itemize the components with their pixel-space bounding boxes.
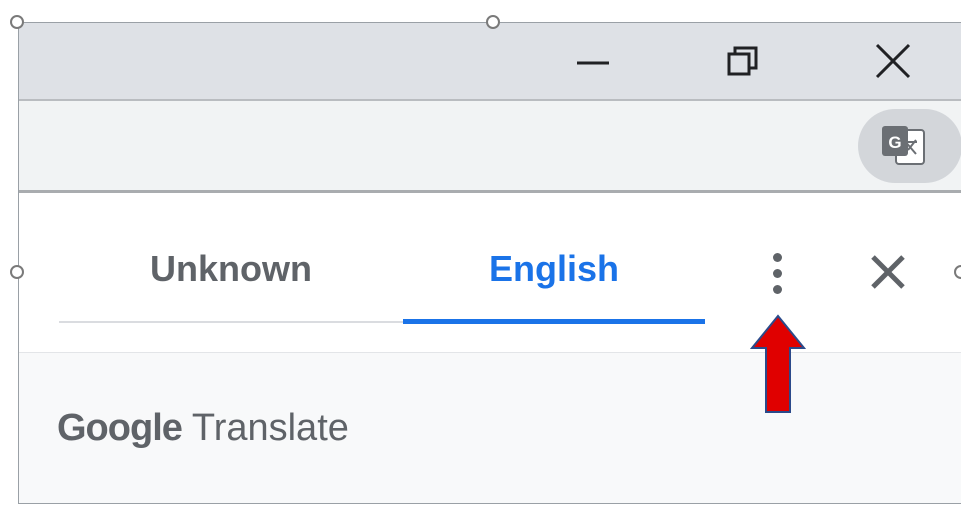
translate-bubble: Unknown English Google Translate <box>19 193 961 503</box>
minimize-button[interactable] <box>556 23 630 99</box>
selection-handle <box>954 265 961 279</box>
tab-label: English <box>488 248 619 289</box>
browser-window: G Unknown English Google Translate <box>18 22 961 504</box>
restore-icon <box>727 46 758 76</box>
browser-toolbar: G <box>19 101 961 193</box>
translate-page-button[interactable]: G <box>858 109 961 183</box>
tab-source-language[interactable]: Unknown <box>59 241 403 297</box>
more-vert-icon-dot <box>772 284 782 294</box>
google-translate-icon: G <box>882 126 925 165</box>
arrow-up-icon <box>750 314 806 413</box>
selection-handle <box>10 15 24 29</box>
tab-label: Unknown <box>150 248 312 289</box>
title-bar <box>19 23 961 101</box>
brand-product: Translate <box>191 407 349 449</box>
more-vert-icon <box>772 252 782 262</box>
more-options-button[interactable] <box>749 243 805 303</box>
minimize-icon <box>577 61 609 65</box>
bubble-footer: Google Translate <box>19 353 961 503</box>
google-translate-brand: Google Translate <box>57 407 349 450</box>
active-tab-indicator <box>403 319 705 324</box>
selection-handle <box>486 15 500 29</box>
close-icon <box>871 255 905 289</box>
svg-text:G: G <box>888 133 901 152</box>
close-bubble-button[interactable] <box>861 245 915 299</box>
brand-google: Google <box>57 407 183 449</box>
more-vert-icon-dot <box>772 268 782 278</box>
close-window-button[interactable] <box>856 23 930 99</box>
restore-button[interactable] <box>706 23 780 99</box>
close-icon <box>875 43 911 79</box>
selection-handle <box>10 265 24 279</box>
tab-target-language[interactable]: English <box>403 241 705 297</box>
language-tabs: Unknown English <box>19 193 961 353</box>
